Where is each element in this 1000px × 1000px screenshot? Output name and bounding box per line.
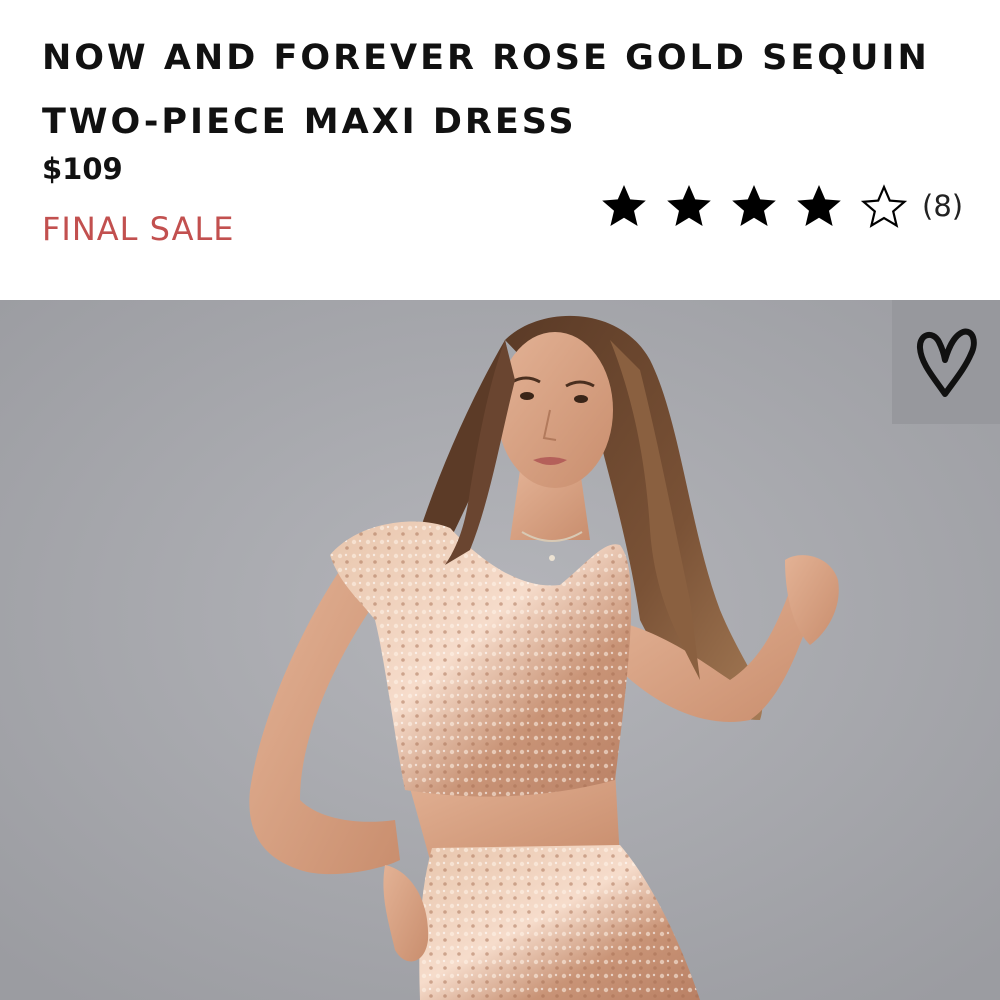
star-icon — [602, 185, 646, 226]
product-rating[interactable]: (8) — [600, 176, 963, 236]
star-icon — [797, 185, 841, 226]
star-icon — [732, 185, 776, 226]
product-photo[interactable] — [0, 300, 1000, 1000]
heart-icon — [917, 328, 977, 397]
product-header: NOW AND FOREVER ROSE GOLD SEQUIN TWO-PIE… — [0, 0, 1000, 300]
wishlist-button[interactable] — [892, 300, 1000, 424]
star-icon — [667, 185, 711, 226]
product-title: NOW AND FOREVER ROSE GOLD SEQUIN TWO-PIE… — [42, 38, 930, 142]
star-outline-icon — [860, 184, 908, 228]
final-sale-label: FINAL SALE — [42, 210, 235, 248]
product-price: $109 — [42, 152, 123, 186]
review-count[interactable]: (8) — [922, 189, 963, 223]
model-photo-illustration — [0, 300, 1000, 1000]
